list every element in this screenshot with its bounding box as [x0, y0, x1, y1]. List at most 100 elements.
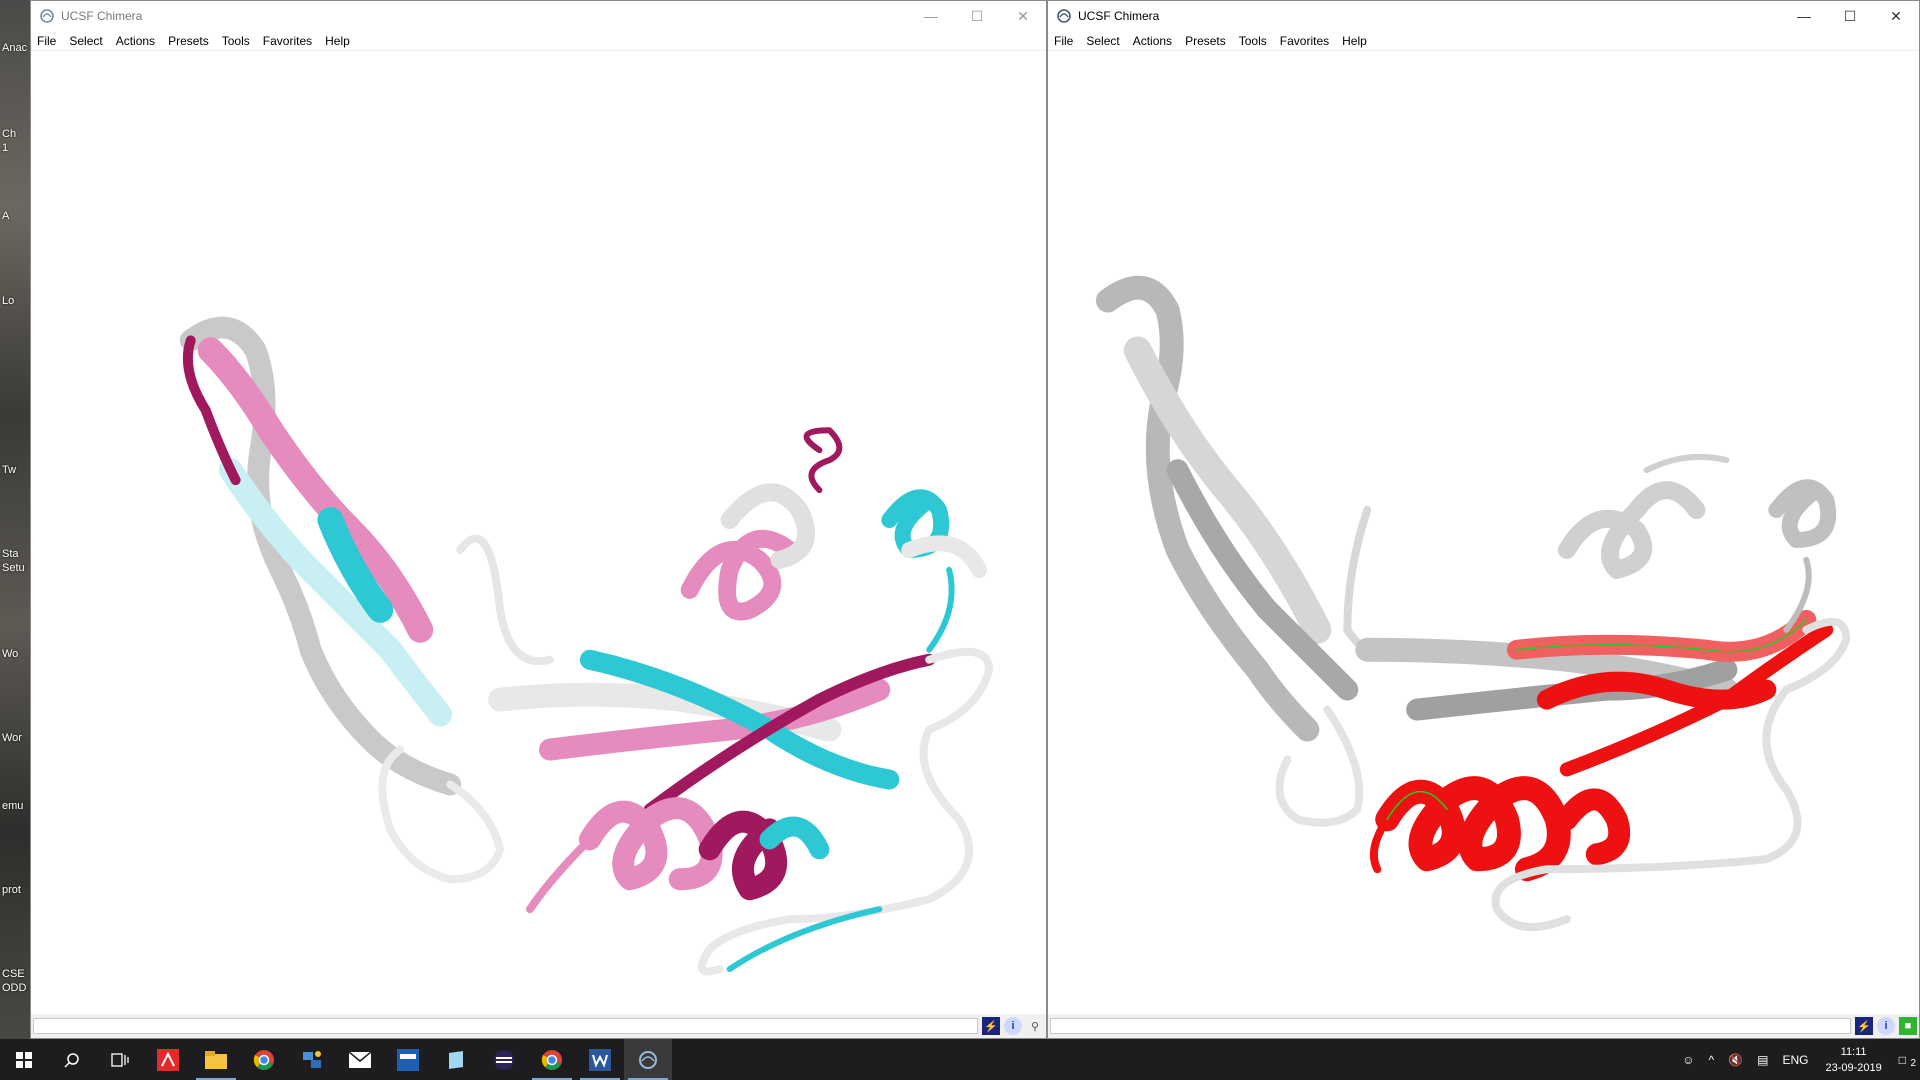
dev-app-icon[interactable]	[384, 1039, 432, 1080]
statusbar: ⚡ i ■	[1048, 1014, 1919, 1038]
ribbon-loop	[526, 835, 594, 914]
desktop-icon-label[interactable]: Anac	[2, 42, 27, 54]
desktop-icon-label[interactable]: Wor	[2, 732, 22, 744]
ribbon-helix	[1375, 776, 1571, 882]
command-line-icon[interactable]: ⚡	[982, 1017, 1000, 1035]
menu-presets[interactable]: Presets	[168, 34, 209, 48]
desktop-icon-label[interactable]: Lo	[2, 295, 14, 307]
magnifier-icon[interactable]: ⚲	[1026, 1017, 1044, 1035]
menu-actions[interactable]: Actions	[1133, 34, 1172, 48]
ribbon-helix	[578, 797, 723, 891]
chrome-icon[interactable]	[240, 1039, 288, 1080]
command-line-icon[interactable]: ⚡	[1855, 1017, 1873, 1035]
menu-file[interactable]: File	[1054, 34, 1073, 48]
chimera-window-right[interactable]: UCSF Chimera — ☐ ✕ File Select Actions P…	[1047, 0, 1920, 1039]
close-icon[interactable]: ✕	[1873, 1, 1919, 31]
system-tray: ☺ ^ 🔇 ▤ ENG 11:11 23-09-2019 □ 2	[1675, 1039, 1920, 1080]
network-icon[interactable]: ▤	[1750, 1053, 1775, 1067]
menu-favorites[interactable]: Favorites	[263, 34, 312, 48]
protein-ribbon-right	[1095, 275, 1851, 932]
notification-center-icon[interactable]: □ 2	[1892, 1053, 1920, 1069]
close-icon[interactable]: ✕	[1000, 1, 1046, 31]
notes-app-icon[interactable]	[432, 1039, 480, 1080]
search-icon[interactable]	[48, 1039, 96, 1080]
molecule-graphics-canvas[interactable]	[1048, 51, 1919, 1014]
menubar: File Select Actions Presets Tools Favori…	[31, 31, 1046, 51]
ribbon-loop	[803, 427, 843, 494]
people-icon[interactable]: ☺	[1675, 1053, 1701, 1067]
ribbon-loop	[926, 566, 955, 653]
window-title: UCSF Chimera	[61, 9, 143, 23]
desktop-icon-label[interactable]: prot	[2, 884, 21, 896]
desktop-icon-label[interactable]: Ch	[2, 128, 16, 140]
desktop-icon-label[interactable]: A	[2, 210, 9, 222]
minimize-icon[interactable]: —	[908, 1, 954, 31]
ribbon-loop	[1643, 453, 1730, 474]
task-view-icon[interactable]	[96, 1039, 144, 1080]
titlebar[interactable]: UCSF Chimera — ☐ ✕	[31, 1, 1046, 31]
info-icon[interactable]: i	[1877, 1017, 1895, 1035]
menu-help[interactable]: Help	[1342, 34, 1367, 48]
molecule-graphics-canvas[interactable]	[31, 51, 1046, 1014]
notification-count: 2	[1910, 1057, 1916, 1069]
taskbar: ☺ ^ 🔇 ▤ ENG 11:11 23-09-2019 □ 2	[0, 1039, 1920, 1080]
menu-help[interactable]: Help	[325, 34, 350, 48]
titlebar[interactable]: UCSF Chimera — ☐ ✕	[1048, 1, 1919, 31]
ribbon-helix	[1557, 481, 1706, 579]
chimera-window-left[interactable]: UCSF Chimera — ☐ ✕ File Select Actions P…	[30, 0, 1047, 1039]
desktop-icon-label[interactable]: 1	[2, 142, 8, 154]
ribbon-helix	[1768, 479, 1837, 548]
clock[interactable]: 11:11 23-09-2019	[1815, 1044, 1891, 1076]
desktop-background: Anac Ch 1 A Lo Tw Sta Setu Wo Wor emu pr…	[0, 0, 30, 1039]
minimize-icon[interactable]: —	[1781, 1, 1827, 31]
speaker-muted-icon[interactable]: 🔇	[1721, 1053, 1750, 1067]
chrome-icon[interactable]	[528, 1039, 576, 1080]
ribbon-helix	[680, 529, 799, 621]
chimera-app-icon	[40, 9, 54, 23]
desktop-icon-label[interactable]: emu	[2, 800, 23, 812]
maximize-icon[interactable]: ☐	[954, 1, 1000, 31]
desktop-icon-label[interactable]: Setu	[2, 562, 25, 574]
menu-actions[interactable]: Actions	[116, 34, 155, 48]
statusbar: ⚡ i ⚲	[31, 1014, 1046, 1038]
ribbon-helix	[1555, 788, 1631, 866]
info-icon[interactable]: i	[1004, 1017, 1022, 1035]
mail-icon[interactable]	[336, 1039, 384, 1080]
eclipse-icon[interactable]	[480, 1039, 528, 1080]
ribbon-loop	[456, 534, 554, 666]
word-icon[interactable]	[576, 1039, 624, 1080]
chimera-app-icon	[1057, 9, 1071, 23]
menu-favorites[interactable]: Favorites	[1280, 34, 1329, 48]
menubar: File Select Actions Presets Tools Favori…	[1048, 31, 1919, 51]
green-status-icon[interactable]: ■	[1899, 1017, 1917, 1035]
network-app-icon[interactable]	[288, 1039, 336, 1080]
ribbon-loop	[1369, 815, 1392, 874]
ribbon-strand	[179, 316, 462, 796]
status-message-field	[1050, 1018, 1851, 1034]
desktop-icon-label[interactable]: Wo	[2, 648, 18, 660]
protein-ribbon-left	[179, 316, 994, 976]
chimera-taskbar-icon[interactable]	[624, 1039, 672, 1080]
ribbon-helix	[759, 816, 830, 860]
language-indicator[interactable]: ENG	[1775, 1053, 1815, 1067]
chevron-up-icon[interactable]: ^	[1702, 1053, 1722, 1067]
clock-time: 11:11	[1840, 1045, 1867, 1058]
ribbon-loop	[1343, 506, 1392, 657]
maximize-icon[interactable]: ☐	[1827, 1, 1873, 31]
menu-file[interactable]: File	[37, 34, 56, 48]
menu-select[interactable]: Select	[69, 34, 102, 48]
file-explorer-icon[interactable]	[192, 1039, 240, 1080]
menu-tools[interactable]: Tools	[1239, 34, 1267, 48]
desktop-icon-label[interactable]: ODD	[2, 982, 26, 994]
menu-select[interactable]: Select	[1086, 34, 1119, 48]
desktop-icon-label[interactable]: CSE	[2, 968, 25, 980]
status-message-field	[33, 1018, 978, 1034]
window-title: UCSF Chimera	[1078, 9, 1160, 23]
ribbon-strand	[579, 649, 900, 790]
desktop-icon-label[interactable]: Tw	[2, 464, 16, 476]
windows-start-icon[interactable]	[0, 1039, 48, 1080]
menu-tools[interactable]: Tools	[222, 34, 250, 48]
desktop-icon-label[interactable]: Sta	[2, 548, 19, 560]
menu-presets[interactable]: Presets	[1185, 34, 1226, 48]
acrobat-icon[interactable]	[144, 1039, 192, 1080]
